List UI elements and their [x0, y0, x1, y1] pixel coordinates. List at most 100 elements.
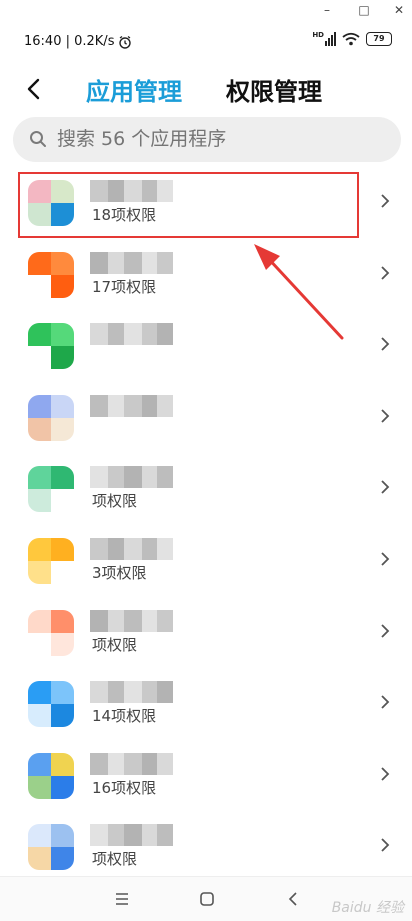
red-arrow-icon	[254, 244, 344, 340]
menu-icon[interactable]	[112, 889, 132, 909]
mosaic-block	[108, 394, 124, 417]
window-titlebar: – □ ✕	[0, 0, 412, 22]
app-row[interactable]: 14项权限	[0, 667, 412, 739]
close-icon[interactable]: ✕	[390, 2, 408, 18]
maximize-icon[interactable]: □	[355, 2, 373, 18]
mosaic-block	[90, 323, 108, 346]
app-permission-count: 14项权限	[92, 707, 157, 726]
home-icon[interactable]	[197, 889, 217, 909]
app-name-blurred	[90, 752, 173, 775]
app-permission-count: 项权限	[92, 635, 138, 654]
mosaic-block	[108, 466, 124, 489]
chevron-right-icon	[381, 695, 390, 709]
app-icon	[28, 609, 74, 656]
mosaic-block	[142, 466, 157, 489]
app-header: 应用管理 权限管理	[0, 66, 412, 112]
app-name-blurred	[90, 824, 173, 847]
alarm-icon	[119, 35, 132, 49]
mosaic-block	[142, 824, 157, 847]
app-permission-count: 17项权限	[92, 277, 157, 296]
app-row[interactable]	[0, 381, 412, 453]
app-row[interactable]: 项权限	[0, 596, 412, 668]
minimize-icon[interactable]: –	[318, 2, 336, 18]
app-name-blurred	[90, 323, 173, 346]
hd-label: HD	[312, 31, 324, 39]
mosaic-block	[157, 824, 173, 847]
mosaic-block	[124, 323, 142, 346]
app-icon	[28, 323, 74, 370]
mosaic-block	[157, 323, 173, 346]
status-bar: 16:40 | 0.2K/s HD 79	[0, 30, 412, 58]
wifi-icon	[342, 32, 360, 46]
mosaic-block	[124, 681, 142, 704]
chevron-right-icon	[381, 480, 390, 495]
mosaic-block	[142, 323, 157, 346]
mosaic-block	[157, 394, 173, 417]
app-permission-count: 项权限	[92, 850, 138, 869]
mosaic-block	[157, 681, 173, 704]
mosaic-block	[142, 538, 157, 560]
mosaic-block	[108, 251, 124, 274]
chevron-right-icon	[381, 409, 390, 423]
chevron-right-icon	[381, 767, 390, 781]
app-icon	[28, 681, 74, 728]
mosaic-block	[108, 323, 124, 346]
mosaic-block	[124, 394, 142, 417]
mosaic-block	[90, 824, 108, 847]
search-icon	[30, 131, 46, 147]
mosaic-block	[157, 466, 173, 489]
mosaic-block	[108, 824, 124, 847]
mosaic-block	[124, 538, 142, 560]
mosaic-block	[142, 752, 157, 775]
app-name-blurred	[90, 251, 173, 274]
mosaic-block	[142, 609, 157, 632]
mosaic-block	[124, 609, 142, 632]
app-row[interactable]: 16项权限	[0, 739, 412, 811]
highlight-box	[18, 172, 359, 238]
search-bar[interactable]	[13, 117, 401, 162]
watermark: Baidu 经验	[331, 900, 404, 916]
chevron-right-icon	[381, 838, 390, 853]
mosaic-block	[90, 752, 108, 775]
mosaic-block	[108, 609, 124, 632]
system-nav-bar: Baidu 经验	[0, 876, 412, 921]
back-icon[interactable]	[283, 889, 303, 909]
mosaic-block	[124, 752, 142, 775]
app-permission-count: 16项权限	[92, 778, 157, 797]
search-input[interactable]	[57, 117, 377, 162]
app-name-blurred	[90, 681, 173, 704]
battery-icon: 79	[366, 32, 392, 46]
mosaic-block	[157, 538, 173, 560]
tab-permission-management[interactable]: 权限管理	[226, 72, 322, 107]
app-row[interactable]: 项权限	[0, 452, 412, 524]
mosaic-block	[142, 251, 157, 274]
mosaic-block	[90, 466, 108, 489]
mosaic-block	[90, 538, 108, 560]
chevron-right-icon	[381, 623, 390, 638]
signal-icon: HD	[312, 32, 336, 46]
app-row[interactable]: 3项权限	[0, 524, 412, 596]
app-icon	[28, 466, 74, 513]
mosaic-block	[90, 681, 108, 704]
mosaic-block	[90, 609, 108, 632]
mosaic-block	[108, 538, 124, 560]
mosaic-block	[124, 251, 142, 274]
app-row[interactable]: 项权限	[0, 810, 412, 882]
mosaic-block	[90, 251, 108, 274]
mosaic-block	[108, 752, 124, 775]
mosaic-block	[157, 752, 173, 775]
mosaic-block	[124, 466, 142, 489]
app-icon	[28, 824, 74, 871]
chevron-right-icon	[381, 265, 390, 280]
app-permission-count: 项权限	[92, 492, 138, 511]
app-name-blurred	[90, 609, 173, 632]
tab-app-management[interactable]: 应用管理	[86, 72, 182, 107]
app-name-blurred	[90, 466, 173, 489]
back-arrow-icon[interactable]	[20, 74, 50, 104]
app-icon	[28, 538, 74, 584]
app-icon	[28, 394, 74, 441]
mosaic-block	[157, 609, 173, 632]
mosaic-block	[157, 251, 173, 274]
mosaic-block	[124, 824, 142, 847]
mosaic-block	[90, 394, 108, 417]
